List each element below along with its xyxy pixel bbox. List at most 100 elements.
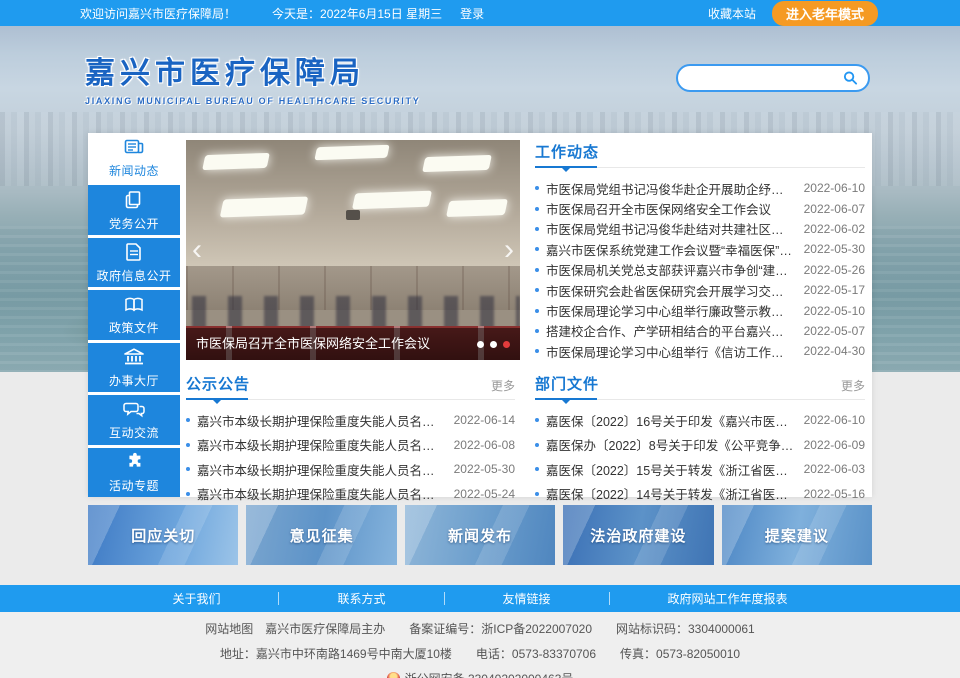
- news-title: 嘉兴市本级长期护理保险重度失能人员名单公示（2...: [197, 411, 446, 430]
- bullet-icon: [535, 268, 539, 272]
- favorite-link[interactable]: 收藏本站: [708, 5, 756, 22]
- photo-light: [202, 153, 270, 170]
- book-icon: [123, 293, 145, 315]
- carousel-dot[interactable]: [490, 341, 497, 348]
- news-item[interactable]: 市医保局理论学习中心组举行廉政警示教育专题学习...2022-05-10: [535, 300, 865, 320]
- footer-nav-contact[interactable]: 联系方式: [279, 590, 443, 607]
- sidebar-item-policy-files[interactable]: 政策文件: [88, 290, 180, 339]
- carousel-prev-arrow[interactable]: ‹: [192, 235, 202, 265]
- news-item[interactable]: 市医保局召开全市医保网络安全工作会议2022-06-07: [535, 198, 865, 218]
- photo-light: [220, 197, 309, 218]
- banner-proposals[interactable]: 提案建议: [722, 505, 872, 565]
- banner-respond-concerns[interactable]: 回应关切: [88, 505, 238, 565]
- sidebar-item-service-hall[interactable]: 办事大厅: [88, 343, 180, 392]
- search-box: [676, 64, 870, 92]
- bullet-icon: [535, 186, 539, 190]
- news-date: 2022-05-30: [804, 242, 865, 256]
- banner-news-release[interactable]: 新闻发布: [405, 505, 555, 565]
- news-title: 嘉医保〔2022〕14号关于转发《浙江省医疗保...: [546, 484, 796, 503]
- search-icon[interactable]: [843, 70, 858, 86]
- login-link[interactable]: 登录: [460, 5, 484, 22]
- section-header: 公示公告 更多: [186, 373, 515, 400]
- sidebar-item-label: 活动专题: [109, 477, 159, 494]
- news-item[interactable]: 市医保局党组书记冯俊华赴结对共建社区指导全国文...2022-06-02: [535, 219, 865, 239]
- bullet-icon: [535, 418, 539, 422]
- section-notices: 公示公告 更多 嘉兴市本级长期护理保险重度失能人员名单公示（2...2022-0…: [186, 373, 515, 506]
- photo-light: [314, 145, 389, 161]
- news-item[interactable]: 市医保研究会赴省医保研究会开展学习交流活动2022-05-17: [535, 280, 865, 300]
- news-title: 市医保局召开全市医保网络安全工作会议: [546, 199, 796, 218]
- section-title[interactable]: 工作动态: [535, 144, 599, 161]
- search-input[interactable]: [688, 71, 843, 85]
- copy-icon: [123, 189, 145, 211]
- news-item[interactable]: 市医保局机关党总支部获评嘉兴市争创“建设清廉机...2022-05-26: [535, 260, 865, 280]
- welcome-text: 欢迎访问嘉兴市医疗保障局！: [80, 5, 236, 22]
- sidebar-item-label: 新闻动态: [109, 162, 159, 179]
- news-date: 2022-06-02: [804, 222, 865, 236]
- section-title[interactable]: 部门文件: [535, 376, 599, 393]
- news-item[interactable]: 嘉兴市本级长期护理保险重度失能人员名单公示（2...2022-05-24: [186, 482, 515, 507]
- news-date: 2022-06-10: [804, 413, 865, 427]
- carousel-dot[interactable]: [477, 341, 484, 348]
- section-title[interactable]: 公示公告: [186, 376, 250, 393]
- footer-line3[interactable]: 浙公网安备 33040202000463号: [405, 672, 574, 678]
- footer: 网站地图 嘉兴市医疗保障局主办 备案证编号：浙ICP备2022007020 网站…: [0, 612, 960, 678]
- sidebar-item-gov-info[interactable]: 政府信息公开: [88, 238, 180, 287]
- sidebar-item-label: 互动交流: [109, 424, 159, 441]
- news-item[interactable]: 市医保局党组书记冯俊华赴企开展助企纾困活动2022-06-10: [535, 178, 865, 198]
- bullet-icon: [535, 329, 539, 333]
- carousel-dots: [477, 341, 510, 348]
- sidebar-item-special-topics[interactable]: 活动专题: [88, 448, 180, 497]
- site-subtitle: JIAXING MUNICIPAL BUREAU OF HEALTHCARE S…: [85, 96, 420, 106]
- news-date: 2022-06-09: [804, 438, 865, 452]
- news-date: 2022-04-30: [804, 344, 865, 358]
- news-item[interactable]: 嘉兴市本级长期护理保险重度失能人员名单公示（2...2022-06-14: [186, 408, 515, 433]
- news-item[interactable]: 嘉医保〔2022〕15号关于转发《浙江省医疗保...2022-06-03: [535, 457, 865, 482]
- photo-light: [446, 199, 508, 217]
- sidebar-menu: 新闻动态 党务公开 政府信息公开: [88, 133, 180, 497]
- carousel-dot-active[interactable]: [503, 341, 510, 348]
- news-item[interactable]: 嘉医保〔2022〕16号关于印发《嘉兴市医疗保... 2022-06-10: [535, 408, 865, 433]
- sidebar-item-party-affairs[interactable]: 党务公开: [88, 185, 180, 234]
- section-underline: [535, 398, 597, 400]
- sidebar-item-news[interactable]: 新闻动态: [88, 133, 180, 182]
- sidebar-item-interaction[interactable]: 互动交流: [88, 395, 180, 444]
- bullet-icon: [186, 467, 190, 471]
- news-title: 嘉医保〔2022〕16号关于印发《嘉兴市医疗保...: [546, 411, 796, 430]
- news-item[interactable]: 嘉兴市本级长期护理保险重度失能人员名单公示（2...2022-06-08: [186, 433, 515, 458]
- sidebar-item-label: 办事大厅: [109, 372, 159, 389]
- banner-label: 新闻发布: [448, 525, 512, 546]
- today-date: 今天是：2022年6月15日 星期三: [272, 5, 442, 22]
- banner-law-government[interactable]: 法治政府建设: [563, 505, 713, 565]
- sidebar-item-label: 政府信息公开: [96, 267, 171, 284]
- banner-label: 法治政府建设: [590, 525, 686, 546]
- footer-nav-links[interactable]: 友情链接: [445, 590, 609, 607]
- banner-label: 回应关切: [131, 525, 195, 546]
- carousel-next-arrow[interactable]: ›: [504, 235, 514, 265]
- footer-nav-annual-report[interactable]: 政府网站工作年度报表: [610, 590, 846, 607]
- news-item[interactable]: 嘉医保办〔2022〕8号关于印发《公平竞争审查...2022-06-09: [535, 433, 865, 458]
- bullet-icon: [535, 443, 539, 447]
- news-item[interactable]: 嘉兴市本级长期护理保险重度失能人员名单公示（2...2022-05-30: [186, 457, 515, 482]
- news-item[interactable]: 嘉医保〔2022〕14号关于转发《浙江省医疗保...2022-05-16: [535, 482, 865, 507]
- police-badge-icon: [387, 672, 400, 678]
- elder-mode-button[interactable]: 进入老年模式: [772, 1, 878, 26]
- news-item[interactable]: 嘉兴市医保系统党建工作会议暨“幸福医保”党建联...2022-05-30: [535, 239, 865, 259]
- news-item[interactable]: 搭建校企合作、产学研相结合的平台嘉兴市长期护理...2022-05-07: [535, 321, 865, 341]
- bullet-icon: [186, 443, 190, 447]
- bullet-icon: [535, 492, 539, 496]
- more-link[interactable]: 更多: [491, 377, 515, 394]
- news-title: 市医保局党组书记冯俊华赴企开展助企纾困活动: [546, 179, 796, 198]
- bullet-icon: [535, 207, 539, 211]
- news-item[interactable]: 市医保局理论学习中心组举行《信访工作条例》专题...2022-04-30: [535, 341, 865, 361]
- banner-opinion-collection[interactable]: 意见征集: [246, 505, 396, 565]
- more-link[interactable]: 更多: [841, 377, 865, 394]
- carousel-caption[interactable]: 市医保局召开全市医保网络安全工作会议: [186, 328, 520, 360]
- news-title: 搭建校企合作、产学研相结合的平台嘉兴市长期护理...: [546, 321, 796, 340]
- bullet-icon: [535, 227, 539, 231]
- footer-nav-about[interactable]: 关于我们: [114, 590, 278, 607]
- news-title: 市医保局理论学习中心组举行廉政警示教育专题学习...: [546, 301, 796, 320]
- footer-line2: 地址：嘉兴市中环南路1469号中南大厦10楼 电话：0573-83370706 …: [0, 645, 960, 662]
- news-date: 2022-05-24: [454, 487, 515, 501]
- news-date: 2022-06-03: [804, 462, 865, 476]
